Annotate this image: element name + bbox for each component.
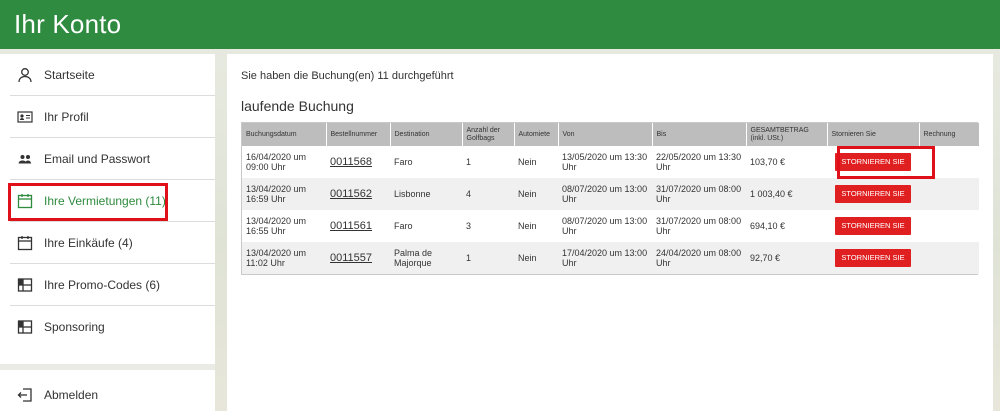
- cancel-cell: STORNIEREN SIE: [827, 146, 919, 178]
- column-header: Bestellnummer: [326, 123, 391, 146]
- destination: Faro: [390, 210, 462, 242]
- sidebar-item-label: Email und Passwort: [44, 151, 151, 166]
- table-row: 13/04/2020 um 16:59 Uhr 0011562 Lisbonne…: [242, 178, 979, 210]
- destination: Palma de Majorque: [390, 242, 462, 274]
- to-date: 24/04/2020 um 08:00 Uhr: [652, 242, 746, 274]
- car-rental: Nein: [514, 210, 558, 242]
- cancel-button[interactable]: STORNIEREN SIE: [835, 217, 911, 235]
- sidebar-item-label: Sponsoring: [44, 320, 105, 334]
- main-content: Sie haben die Buchung(en) 11 durchgeführ…: [227, 54, 993, 411]
- logout-icon: [17, 387, 33, 403]
- golfbag-count: 3: [462, 210, 514, 242]
- sidebar-item-label: Startseite: [44, 67, 95, 82]
- sidebar-item-vermietungen[interactable]: Ihre Vermietungen (11): [10, 180, 215, 222]
- grid-icon: [17, 277, 33, 293]
- cancel-button[interactable]: STORNIEREN SIE: [835, 249, 911, 267]
- table-row: 16/04/2020 um 09:00 Uhr 0011568 Faro 1 N…: [242, 146, 979, 178]
- id-card-icon: [17, 109, 33, 125]
- column-header: Stornieren Sie: [827, 123, 920, 146]
- to-date: 31/07/2020 um 08:00 Uhr: [652, 178, 746, 210]
- column-header: Rechnung: [919, 123, 979, 146]
- section-title: laufende Buchung: [241, 98, 354, 114]
- logout-button[interactable]: Abmelden: [10, 374, 215, 411]
- order-number-link[interactable]: 0011557: [326, 242, 390, 274]
- destination: Faro: [390, 146, 462, 178]
- sidebar-divider: [0, 364, 215, 370]
- from-date: 08/07/2020 um 13:00 Uhr: [558, 178, 652, 210]
- table-row: 13/04/2020 um 11:02 Uhr 0011557 Palma de…: [242, 242, 979, 274]
- logout-label: Abmelden: [44, 388, 99, 402]
- total-amount: 92,70 €: [746, 242, 827, 274]
- destination: Lisbonne: [390, 178, 462, 210]
- grid-icon: [17, 319, 33, 335]
- car-rental: Nein: [514, 178, 558, 210]
- car-rental: Nein: [514, 242, 558, 274]
- calendar-icon: [17, 193, 33, 209]
- booking-count-info: Sie haben die Buchung(en) 11 durchgeführ…: [241, 70, 454, 82]
- to-date: 31/07/2020 um 08:00 Uhr: [652, 210, 746, 242]
- column-header: Anzahl der Golfbags: [462, 123, 515, 146]
- total-amount: 103,70 €: [746, 146, 827, 178]
- booking-date: 13/04/2020 um 16:55 Uhr: [242, 210, 326, 242]
- cancel-button[interactable]: STORNIEREN SIE: [835, 153, 911, 171]
- column-header: GESAMTBETRAG (inkl. USt.): [746, 123, 828, 146]
- sidebar-item-label: Ihre Einkäufe (4): [44, 235, 133, 250]
- order-number-link[interactable]: 0011561: [326, 210, 390, 242]
- sidebar-item-label: Ihre Promo-Codes (6): [44, 277, 161, 292]
- from-date: 17/04/2020 um 13:00 Uhr: [558, 242, 652, 274]
- total-amount: 1 003,40 €: [746, 178, 827, 210]
- column-header: Von: [558, 123, 653, 146]
- invoice-cell: [919, 210, 979, 242]
- sidebar-item-email-passwort[interactable]: Email und Passwort: [10, 138, 215, 180]
- column-header: Buchungsdatum: [242, 123, 327, 146]
- invoice-cell: [919, 146, 979, 178]
- bookings-table: Buchungsdatum Bestellnummer Destination …: [241, 122, 979, 275]
- cancel-button[interactable]: STORNIEREN SIE: [835, 185, 911, 203]
- table-header-row: Buchungsdatum Bestellnummer Destination …: [242, 123, 979, 146]
- golfbag-count: 1: [462, 242, 514, 274]
- sidebar-item-einkaeufe[interactable]: Ihre Einkäufe (4): [10, 222, 215, 264]
- invoice-cell: [919, 242, 979, 274]
- calendar-icon: [17, 235, 33, 251]
- sidebar-item-label: Ihre Vermietungen (11): [44, 193, 166, 208]
- to-date: 22/05/2020 um 13:30 Uhr: [652, 146, 746, 178]
- cancel-cell: STORNIEREN SIE: [827, 210, 919, 242]
- invoice-cell: [919, 178, 979, 210]
- golfbag-count: 1: [462, 146, 514, 178]
- booking-date: 16/04/2020 um 09:00 Uhr: [242, 146, 326, 178]
- users-icon: [17, 151, 33, 167]
- user-icon: [17, 67, 33, 83]
- cancel-cell: STORNIEREN SIE: [827, 242, 919, 274]
- order-number-link[interactable]: 0011562: [326, 178, 390, 210]
- from-date: 08/07/2020 um 13:00 Uhr: [558, 210, 652, 242]
- cancel-cell: STORNIEREN SIE: [827, 178, 919, 210]
- sidebar-item-sponsoring[interactable]: Sponsoring: [10, 306, 215, 348]
- booking-date: 13/04/2020 um 16:59 Uhr: [242, 178, 326, 210]
- order-number-link[interactable]: 0011568: [326, 146, 390, 178]
- sidebar: Startseite Ihr Profil Email und Passwort…: [0, 54, 215, 411]
- column-header: Bis: [652, 123, 747, 146]
- golfbag-count: 4: [462, 178, 514, 210]
- sidebar-item-profil[interactable]: Ihr Profil: [10, 96, 215, 138]
- column-header: Destination: [390, 123, 463, 146]
- column-header: Automiete: [514, 123, 559, 146]
- total-amount: 694,10 €: [746, 210, 827, 242]
- sidebar-item-startseite[interactable]: Startseite: [10, 54, 215, 96]
- car-rental: Nein: [514, 146, 558, 178]
- booking-date: 13/04/2020 um 11:02 Uhr: [242, 242, 326, 274]
- sidebar-item-label: Ihr Profil: [44, 109, 89, 124]
- page-title: Ihr Konto: [14, 9, 122, 39]
- table-row: 13/04/2020 um 16:55 Uhr 0011561 Faro 3 N…: [242, 210, 979, 242]
- sidebar-item-promo-codes[interactable]: Ihre Promo-Codes (6): [10, 264, 215, 306]
- app-header: Ihr Konto: [0, 0, 1000, 49]
- from-date: 13/05/2020 um 13:30 Uhr: [558, 146, 652, 178]
